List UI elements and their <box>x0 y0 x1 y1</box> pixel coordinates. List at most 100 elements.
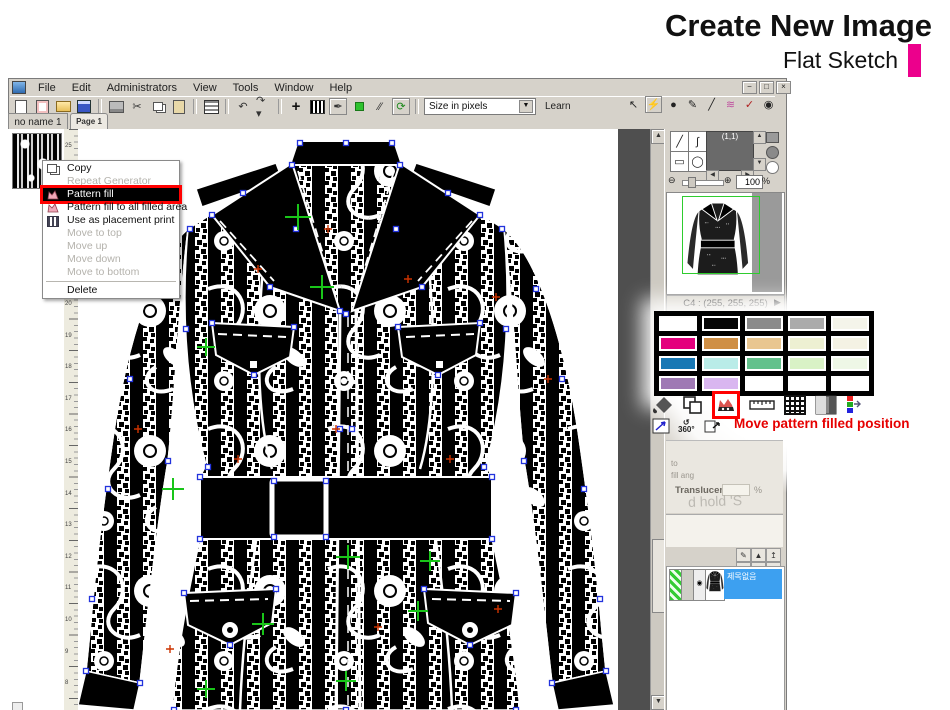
control-point[interactable] <box>582 487 587 492</box>
control-point[interactable] <box>228 643 233 648</box>
control-point[interactable] <box>198 537 203 542</box>
preview-scroll-down-icon[interactable]: ▼ <box>753 158 766 171</box>
control-point[interactable] <box>198 475 203 480</box>
pen-tool-icon[interactable]: ✒ <box>329 98 347 115</box>
control-point[interactable] <box>478 321 483 326</box>
control-point[interactable] <box>324 535 329 540</box>
control-point[interactable] <box>252 373 257 378</box>
paint-bucket-icon[interactable] <box>652 395 674 415</box>
control-point[interactable] <box>396 325 401 330</box>
control-point[interactable] <box>534 287 539 292</box>
brush-icon[interactable]: ✎ <box>685 97 700 112</box>
palette-swatch[interactable] <box>745 356 783 371</box>
curve-tool-cell[interactable]: ∫ <box>688 131 707 152</box>
control-point[interactable] <box>522 459 527 464</box>
control-point[interactable] <box>504 327 509 332</box>
control-point[interactable] <box>210 213 215 218</box>
learn-label[interactable]: Learn <box>545 101 571 112</box>
control-point[interactable] <box>128 377 133 382</box>
palette-swatch[interactable] <box>659 376 697 391</box>
pattern-fill-tool-icon[interactable] <box>712 391 740 419</box>
palette-swatch[interactable] <box>702 336 740 351</box>
control-point[interactable] <box>468 643 473 648</box>
control-point[interactable] <box>338 309 343 314</box>
menu-help[interactable]: Help <box>321 82 360 94</box>
redo-icon[interactable]: ↷ ▾ <box>255 98 273 115</box>
context-item-delete[interactable]: Delete <box>43 284 179 297</box>
line-tool-cell[interactable]: ╱ <box>670 131 689 152</box>
brush-preview[interactable]: (1,1) <box>706 131 754 171</box>
palette-swatch[interactable] <box>659 336 697 351</box>
dropdown-arrow-icon[interactable]: ▼ <box>519 100 533 113</box>
control-point[interactable] <box>514 591 519 596</box>
context-item-pattern-fill[interactable]: Pattern fill <box>43 188 179 201</box>
preview-scroll-up-icon[interactable]: ▲ <box>753 131 766 144</box>
gradient-icon[interactable] <box>815 395 837 415</box>
control-point[interactable] <box>241 191 246 196</box>
rectangle-tool-cell[interactable]: ▭ <box>670 151 689 172</box>
hd-pattern-icon[interactable] <box>308 98 326 115</box>
grid-icon[interactable] <box>784 395 806 415</box>
ellipse-tool-cell[interactable]: ◯ <box>688 151 707 172</box>
control-point[interactable] <box>90 597 95 602</box>
control-point[interactable] <box>188 227 193 232</box>
control-point[interactable] <box>394 227 399 232</box>
magic-wand-icon[interactable]: ⚡ <box>645 96 662 113</box>
zoom-value-input[interactable]: 100 <box>736 175 763 189</box>
palette-swatch[interactable] <box>702 316 740 331</box>
restore-button[interactable]: □ <box>759 81 774 94</box>
control-point[interactable] <box>420 285 425 290</box>
sphere-icon[interactable]: ◉ <box>761 97 776 112</box>
control-point[interactable] <box>350 427 355 432</box>
add-icon[interactable]: + <box>287 98 305 115</box>
menu-window[interactable]: Window <box>266 82 321 94</box>
print-icon[interactable] <box>107 98 125 115</box>
move-pattern-icon[interactable] <box>703 416 721 436</box>
edit-layer-icon[interactable]: ✎ <box>736 548 751 562</box>
outline-circle-mode-icon[interactable] <box>766 161 779 174</box>
cut-icon[interactable]: ✂ <box>128 98 146 115</box>
line-tool-icon[interactable]: ╱ <box>704 97 719 112</box>
minimize-button[interactable]: − <box>742 81 757 94</box>
size-unit-dropdown[interactable]: Size in pixels ▼ <box>424 98 536 115</box>
paste-icon[interactable] <box>170 98 188 115</box>
palette-swatch[interactable] <box>831 316 869 331</box>
control-point[interactable] <box>478 213 483 218</box>
control-point[interactable] <box>290 163 295 168</box>
control-point[interactable] <box>490 475 495 480</box>
control-point[interactable] <box>436 373 441 378</box>
control-point[interactable] <box>398 163 403 168</box>
palette-swatch[interactable] <box>788 376 826 391</box>
control-point[interactable] <box>84 669 89 674</box>
palette-swatch[interactable] <box>788 336 826 351</box>
palette-swatch[interactable] <box>831 356 869 371</box>
bottom-checkbox[interactable] <box>12 702 23 710</box>
context-item-placement-print[interactable]: Use as placement print <box>43 214 179 227</box>
palette-swatch[interactable] <box>788 356 826 371</box>
palette-swatch[interactable] <box>745 336 783 351</box>
close-button[interactable]: × <box>776 81 791 94</box>
palette-swatch[interactable] <box>659 316 697 331</box>
navigator-view-rect[interactable] <box>682 196 760 274</box>
repeat-tool-icon[interactable] <box>202 98 220 115</box>
control-point[interactable] <box>184 327 189 332</box>
control-point[interactable] <box>206 465 211 470</box>
control-point[interactable] <box>560 377 565 382</box>
menu-tools[interactable]: Tools <box>225 82 267 94</box>
page-tab[interactable]: Page 1 <box>70 113 108 129</box>
palette-swatch[interactable] <box>659 356 697 371</box>
select-arrow-icon[interactable]: ↖ <box>626 97 641 112</box>
undo-icon[interactable]: ↶ <box>234 98 252 115</box>
square-mode-icon[interactable] <box>766 132 779 143</box>
zoom-out-icon[interactable]: ⊖ <box>668 175 676 186</box>
menu-file[interactable]: File <box>30 82 64 94</box>
palette-swatch[interactable] <box>702 376 740 391</box>
palette-swatch[interactable] <box>702 356 740 371</box>
control-point[interactable] <box>272 535 277 540</box>
control-point[interactable] <box>292 325 297 330</box>
airbrush-icon[interactable]: ≋ <box>723 97 738 112</box>
control-point[interactable] <box>182 591 187 596</box>
ruler-icon[interactable] <box>749 395 775 415</box>
palette-swatch[interactable] <box>745 376 783 391</box>
red-pen-icon[interactable]: ✓ <box>742 97 757 112</box>
